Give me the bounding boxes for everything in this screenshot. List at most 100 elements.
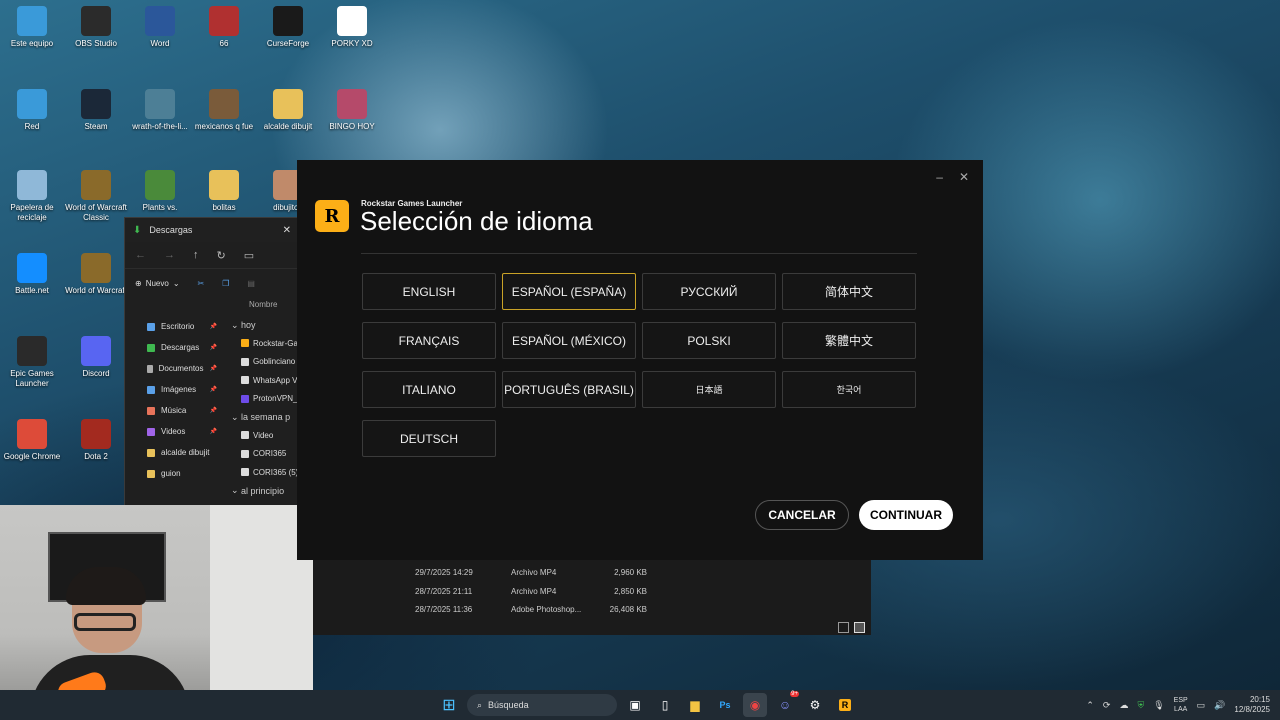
- desktop-icon-dota-2[interactable]: Dota 2: [64, 419, 128, 462]
- chevron-up-icon[interactable]: ⌃: [1086, 700, 1094, 711]
- desktop-icon-66[interactable]: 66: [192, 6, 256, 49]
- language-option[interactable]: ITALIANO: [362, 371, 496, 408]
- group-week[interactable]: ⌄ la semana p: [223, 408, 299, 426]
- language-option[interactable]: FRANÇAIS: [362, 322, 496, 359]
- pin-icon[interactable]: 📌: [210, 365, 217, 372]
- minimize-icon[interactable]: –: [936, 170, 943, 184]
- pin-icon[interactable]: 📌: [210, 428, 217, 435]
- nav-item[interactable]: Documentos 📌: [125, 358, 223, 379]
- sync-icon[interactable]: ⟳: [1103, 700, 1111, 711]
- group-today[interactable]: ⌄ hoy: [223, 316, 299, 334]
- desktop-icon-wrath-of-the-li[interactable]: wrath-of-the-li...: [128, 89, 192, 132]
- desktop-icon-alcalde-dibujit[interactable]: alcalde dibujit: [256, 89, 320, 132]
- windows-start-icon[interactable]: ⊞: [437, 693, 461, 717]
- language-option[interactable]: PORTUGUÊS (BRASIL): [502, 371, 636, 408]
- language-option[interactable]: ENGLISH: [362, 273, 496, 310]
- task-view-icon[interactable]: ▣: [623, 693, 647, 717]
- language-option[interactable]: 简体中文: [782, 273, 916, 310]
- desktop-icon-curseforge[interactable]: CurseForge: [256, 6, 320, 49]
- pin-icon[interactable]: 📌: [210, 344, 217, 351]
- up-icon[interactable]: ↑: [193, 249, 199, 261]
- desktop-icon-world-of-warcraft[interactable]: World of Warcraft: [64, 253, 128, 296]
- desktop-icon-bolitas[interactable]: bolitas: [192, 170, 256, 213]
- nav-item[interactable]: guion: [125, 463, 223, 484]
- language-option[interactable]: 繁體中文: [782, 322, 916, 359]
- desktop-icon-label: BINGO HOY: [329, 122, 375, 131]
- pin-icon[interactable]: 📌: [210, 323, 217, 330]
- language-option[interactable]: РУССКИЙ: [642, 273, 776, 310]
- file-row[interactable]: WhatsApp V: [223, 371, 299, 390]
- file-row[interactable]: Goblinciano: [223, 353, 299, 372]
- refresh-icon[interactable]: ↻: [217, 249, 226, 262]
- close-icon[interactable]: ✕: [959, 170, 969, 184]
- language-option[interactable]: 한국어: [782, 371, 916, 408]
- desktop-icon-plants-vs[interactable]: Plants vs.: [128, 170, 192, 213]
- rockstar-taskbar-icon[interactable]: R: [833, 693, 857, 717]
- nav-item[interactable]: Videos 📌: [125, 421, 223, 442]
- desktop-icon-bingo-hoy[interactable]: BINGO HOY: [320, 89, 384, 132]
- file-row[interactable]: Video: [223, 426, 299, 445]
- back-icon[interactable]: ←: [135, 249, 146, 261]
- file-row[interactable]: ProtonVPN_: [223, 390, 299, 409]
- file-row[interactable]: CORI365 (5): [223, 463, 299, 482]
- new-button[interactable]: ⊕ Nuevo ⌄: [135, 279, 180, 288]
- app-icon[interactable]: ▯: [653, 693, 677, 717]
- microphone-icon[interactable]: 🎙: [1153, 700, 1164, 711]
- paste-icon[interactable]: ▤: [247, 279, 255, 288]
- desktop-icon-este-equipo[interactable]: Este equipo: [0, 6, 64, 49]
- network-icon[interactable]: ▭: [1197, 700, 1206, 711]
- keyboard-language[interactable]: ESP LAA: [1174, 696, 1188, 714]
- explorer-tab-title[interactable]: Descargas: [149, 225, 192, 235]
- steam-icon[interactable]: ⚙: [803, 693, 827, 717]
- file-row[interactable]: Rockstar-Ga: [223, 334, 299, 353]
- pin-icon[interactable]: 📌: [210, 407, 217, 414]
- close-tab-icon[interactable]: ✕: [283, 225, 291, 236]
- language-option[interactable]: ESPAÑOL (ESPAÑA): [502, 273, 636, 310]
- nav-item[interactable]: Descargas 📌: [125, 337, 223, 358]
- details-row[interactable]: 28/7/2025 21:11 Archivo MP4 2,850 KB: [415, 587, 647, 596]
- tiles-view-icon[interactable]: [854, 622, 865, 633]
- nav-item[interactable]: Escritorio 📌: [125, 316, 223, 337]
- clock[interactable]: 20:15 12/8/2025: [1234, 695, 1270, 715]
- desktop-icon-papelera-de-reciclaje[interactable]: Papelera de reciclaje: [0, 170, 64, 223]
- view-icon[interactable]: ▭: [244, 249, 254, 262]
- details-view-icon[interactable]: [838, 622, 849, 633]
- copy-icon[interactable]: ❐: [222, 279, 229, 288]
- desktop-icon-battle-net[interactable]: Battle.net: [0, 253, 64, 296]
- desktop-icon-google-chrome[interactable]: Google Chrome: [0, 419, 64, 462]
- language-option[interactable]: DEUTSCH: [362, 420, 496, 457]
- desktop-icon-red[interactable]: Red: [0, 89, 64, 132]
- cut-icon[interactable]: ✂: [198, 279, 205, 288]
- language-option[interactable]: ESPAÑOL (MÉXICO): [502, 322, 636, 359]
- chrome-icon[interactable]: ◉: [743, 693, 767, 717]
- nav-item[interactable]: alcalde dibujit: [125, 442, 223, 463]
- desktop-icon-world-of-warcraft-classic[interactable]: World of Warcraft Classic: [64, 170, 128, 223]
- desktop-icon-steam[interactable]: Steam: [64, 89, 128, 132]
- nav-item[interactable]: Música 📌: [125, 400, 223, 421]
- photoshop-icon[interactable]: Ps: [713, 693, 737, 717]
- pin-icon[interactable]: 📌: [210, 386, 217, 393]
- column-header-name[interactable]: Nombre: [223, 300, 299, 316]
- nav-item[interactable]: Imágenes 📌: [125, 379, 223, 400]
- onedrive-icon[interactable]: ☁: [1119, 700, 1128, 711]
- desktop-icon-obs-studio[interactable]: OBS Studio: [64, 6, 128, 49]
- details-row[interactable]: 28/7/2025 11:36 Adobe Photoshop... 26,408 …: [415, 605, 647, 614]
- volume-icon[interactable]: 🔊: [1214, 700, 1225, 711]
- file-explorer-icon[interactable]: ▆: [683, 693, 707, 717]
- desktop-icon-mexicanos-q-fue[interactable]: mexicanos q fue: [192, 89, 256, 132]
- desktop-icon-word[interactable]: Word: [128, 6, 192, 49]
- language-option[interactable]: POLSKI: [642, 322, 776, 359]
- group-earlier[interactable]: ⌄ al principio: [223, 482, 299, 500]
- discord-icon[interactable]: ☺ 9+: [773, 691, 799, 717]
- forward-icon[interactable]: →: [164, 249, 175, 261]
- details-row[interactable]: 29/7/2025 14:29 Archivo MP4 2,960 KB: [415, 568, 647, 577]
- cancel-button[interactable]: CANCELAR: [755, 500, 849, 530]
- desktop-icon-porky-xd[interactable]: PORKY XD: [320, 6, 384, 49]
- language-option[interactable]: 日本語: [642, 371, 776, 408]
- desktop-icon-epic-games-launcher[interactable]: Epic Games Launcher: [0, 336, 64, 389]
- file-row[interactable]: CORI365: [223, 445, 299, 464]
- continue-button[interactable]: CONTINUAR: [859, 500, 953, 530]
- desktop-icon-discord[interactable]: Discord: [64, 336, 128, 379]
- taskbar-search[interactable]: ⌕ Búsqueda: [467, 694, 617, 716]
- shield-icon[interactable]: ⛨: [1137, 700, 1144, 711]
